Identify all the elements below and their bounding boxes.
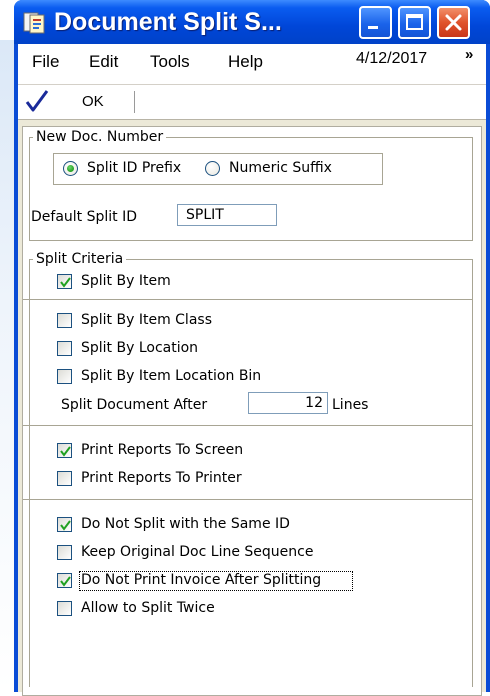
window-title: Document Split S... [54,8,282,36]
document-split-app-icon [22,9,48,35]
keep-original-line-sequence-label[interactable]: Keep Original Doc Line Sequence [81,544,313,560]
keep-original-line-sequence-checkbox[interactable] [57,545,72,560]
print-reports-to-printer-label[interactable]: Print Reports To Printer [81,470,242,486]
split-by-location-label[interactable]: Split By Location [81,340,198,356]
print-reports-to-printer-checkbox[interactable] [57,471,72,486]
default-split-id-label: Default Split ID [31,209,138,225]
title-bar[interactable]: Document Split S... [14,0,490,44]
maximize-icon [406,14,423,30]
split-document-after-input[interactable]: 12 [248,392,328,414]
desktop-background [0,40,14,692]
split-by-item-class-checkbox[interactable] [57,313,72,328]
split-id-prefix-radio[interactable] [63,161,78,176]
allow-split-twice-checkbox[interactable] [57,601,72,616]
minimize-icon [368,26,378,29]
split-by-item-location-bin-checkbox[interactable] [57,369,72,384]
split-by-item-location-bin-label[interactable]: Split By Item Location Bin [81,368,261,384]
form-panel: New Doc. Number Split ID Prefix Numeric … [22,126,482,696]
do-not-print-invoice-checkbox[interactable] [57,573,72,588]
check-icon [60,576,71,587]
new-doc-number-legend: New Doc. Number [33,129,167,145]
toolbar-overflow-icon[interactable]: » [465,46,473,63]
lines-unit-label: Lines [332,397,369,413]
split-by-item-label[interactable]: Split By Item [81,273,171,289]
maximize-button[interactable] [398,6,431,39]
numeric-suffix-radio[interactable] [205,161,220,176]
minimize-button[interactable] [359,6,392,39]
split-criteria-legend: Split Criteria [33,251,127,267]
window-client-area: File Edit Tools Help 4/12/2017 » OK New … [18,44,486,696]
allow-split-twice-label[interactable]: Allow to Split Twice [81,600,215,616]
do-not-print-invoice-label[interactable]: Do Not Print Invoice After Splitting [81,572,321,588]
do-not-split-same-id-label[interactable]: Do Not Split with the Same ID [81,516,290,532]
section-divider [23,499,473,500]
toolbar-separator [134,91,135,113]
print-reports-to-screen-checkbox[interactable] [57,443,72,458]
numeric-suffix-label[interactable]: Numeric Suffix [229,160,332,176]
close-icon [445,14,462,31]
split-by-item-checkbox[interactable] [57,274,72,289]
do-not-split-same-id-checkbox[interactable] [57,517,72,532]
split-id-prefix-label[interactable]: Split ID Prefix [87,160,181,176]
user-date[interactable]: 4/12/2017 [356,50,427,68]
ok-button[interactable]: OK [82,93,104,110]
section-divider [23,299,473,300]
menu-help[interactable]: Help [228,52,263,72]
menu-tools[interactable]: Tools [150,52,190,72]
print-reports-to-screen-label[interactable]: Print Reports To Screen [81,442,243,458]
check-icon [60,520,71,531]
ok-check-icon[interactable] [24,88,50,119]
section-divider [23,425,473,426]
split-by-item-class-label[interactable]: Split By Item Class [81,312,212,328]
split-document-after-label: Split Document After [61,397,208,413]
menu-bar: File Edit Tools Help 4/12/2017 » [18,44,486,84]
toolbar: OK [18,84,486,120]
menu-file[interactable]: File [32,52,59,72]
close-button[interactable] [437,6,470,39]
default-split-id-input[interactable]: SPLIT [177,204,277,226]
check-icon [60,277,71,288]
document-split-setup-window: Document Split S... File Edit Tools Help… [14,0,490,696]
menu-edit[interactable]: Edit [89,52,118,72]
split-by-location-checkbox[interactable] [57,341,72,356]
check-icon [60,446,71,457]
